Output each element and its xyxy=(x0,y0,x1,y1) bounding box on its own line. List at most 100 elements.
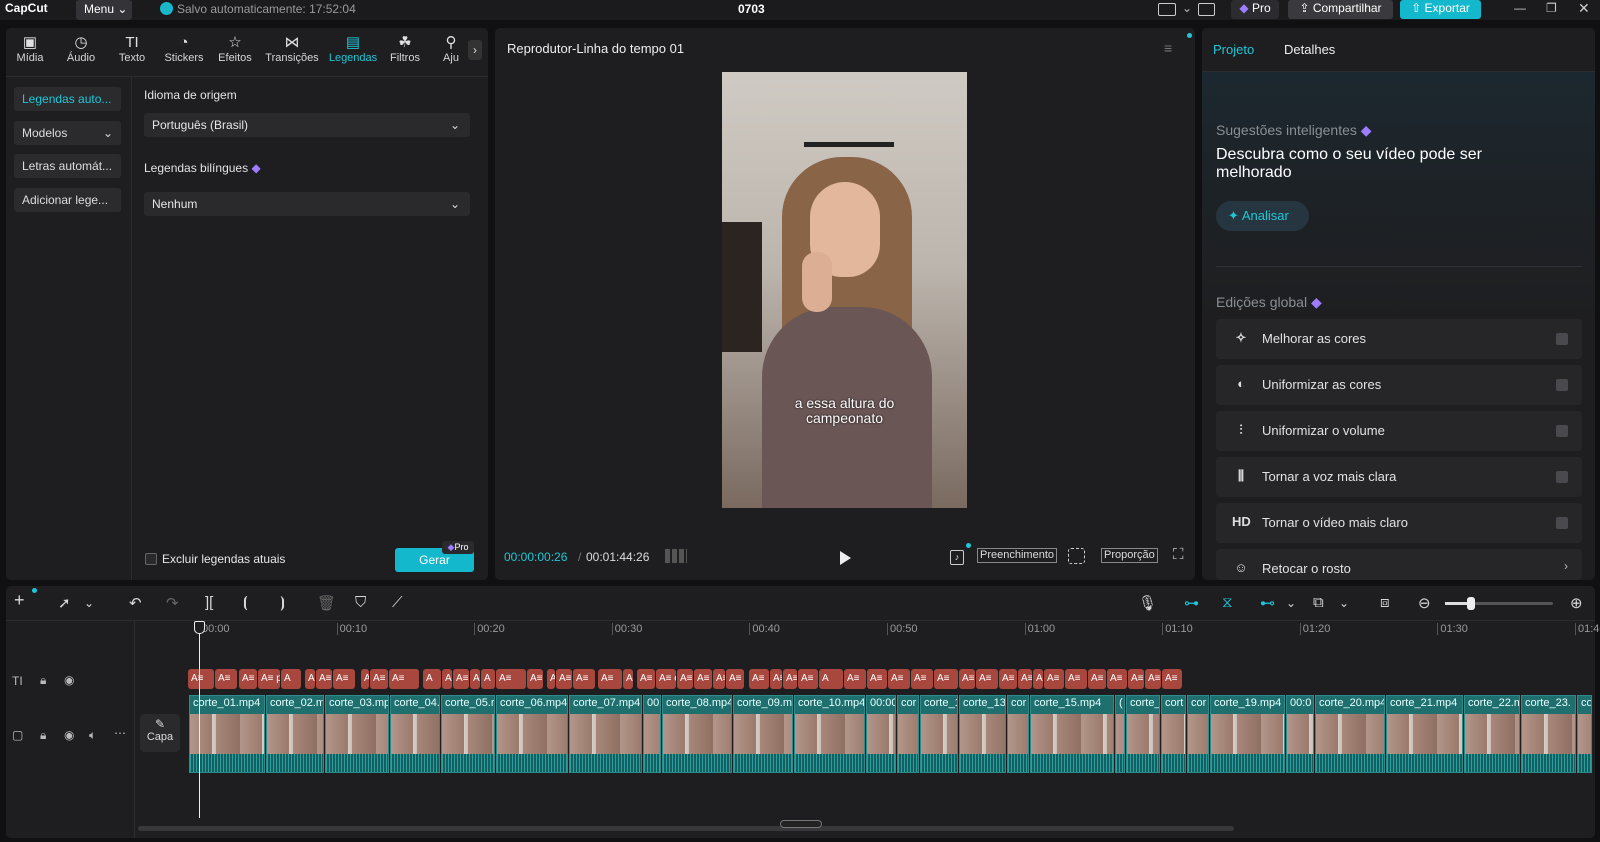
caption-segment[interactable]: A≡ a xyxy=(361,669,369,689)
toggle[interactable] xyxy=(1556,379,1568,391)
toggle[interactable] xyxy=(1556,425,1568,437)
auto-edit-icon[interactable]: ⟋ xyxy=(392,594,403,611)
caption-segment[interactable]: A≡ xyxy=(798,669,818,689)
tab-detalhes[interactable]: Detalhes xyxy=(1284,42,1335,57)
chevron-down-icon[interactable]: ⌄ xyxy=(1286,596,1296,610)
caption-segment[interactable]: A≡ xyxy=(305,669,315,689)
microphone-icon[interactable]: 🎙 xyxy=(1138,594,1157,612)
video-clip[interactable]: corte_10.mp4 xyxy=(794,695,865,773)
share-button[interactable]: ⇪ Compartilhar xyxy=(1288,0,1393,19)
tab-legendas[interactable]: ▤ Legendas xyxy=(326,34,380,64)
sidebar-item-modelos[interactable]: Modelos ⌄ xyxy=(14,121,121,145)
caption-segment[interactable]: A≡ xyxy=(333,669,355,689)
video-clip[interactable]: corte_20.mp4 xyxy=(1315,695,1385,773)
eye-icon[interactable]: ◉ xyxy=(64,673,74,687)
caption-segment[interactable]: A≡ xyxy=(598,669,622,689)
speaker-icon[interactable]: 🔈︎ xyxy=(89,728,96,743)
caption-segment[interactable]: A≡ xyxy=(770,669,782,689)
delete-icon[interactable]: 🗑 xyxy=(317,594,336,612)
global-item-uniformizar-cores[interactable]: ◐ Uniformizar as cores xyxy=(1216,365,1582,405)
analyze-button[interactable]: ✦ Analisar xyxy=(1216,201,1309,231)
caption-segment[interactable]: A≡ xyxy=(783,669,797,689)
menu-button[interactable]: Menu ⌄ xyxy=(76,0,132,20)
caption-segment[interactable]: A≡ já xyxy=(470,669,480,689)
video-clip[interactable]: cor xyxy=(1007,695,1029,773)
video-clip[interactable]: corte_15.mp4 xyxy=(1030,695,1114,773)
undo-icon[interactable]: ↶ xyxy=(129,594,142,612)
chevron-down-icon[interactable]: ⌄ xyxy=(1182,1,1192,15)
timecode-grid-icon[interactable] xyxy=(665,549,687,563)
more-icon[interactable]: ⋯ xyxy=(114,726,126,740)
caption-segment[interactable]: A≡ xyxy=(1162,669,1182,689)
export-button[interactable]: ⇧ Exportar xyxy=(1400,0,1481,19)
caption-segment[interactable]: A≡ xyxy=(389,669,419,689)
tab-midia[interactable]: ▣ Mídia xyxy=(5,34,55,64)
caption-segment[interactable]: A≡ er xyxy=(527,669,543,689)
playhead-handle[interactable] xyxy=(194,621,205,634)
video-clip[interactable]: corte_07.mp4 xyxy=(569,695,642,773)
caption-segment[interactable]: A≡ xyxy=(1107,669,1127,689)
zoom-in-icon[interactable]: ⊕ xyxy=(1570,594,1583,612)
caption-segment[interactable]: A≡ p xyxy=(239,669,257,689)
video-clip[interactable]: cort xyxy=(1161,695,1186,773)
chevron-down-icon[interactable]: ⌄ xyxy=(1339,596,1349,610)
add-icon[interactable]: + xyxy=(14,590,25,611)
toggle[interactable] xyxy=(1556,333,1568,345)
video-clip[interactable]: corte_22.m xyxy=(1464,695,1520,773)
lock-icon[interactable]: 🔒︎ xyxy=(40,673,46,688)
main-track-magnet-icon[interactable]: ⊶ xyxy=(1184,594,1199,612)
global-item-voz-clara[interactable]: ⫼ Tornar a voz mais clara xyxy=(1216,457,1582,497)
caption-preview-icon[interactable]: ⧈ xyxy=(1380,594,1390,611)
sidebar-item-adicionar[interactable]: Adicionar lege... xyxy=(14,188,121,212)
video-clip[interactable]: corte_06.mp4 xyxy=(496,695,568,773)
caption-segment[interactable]: A≡ xyxy=(999,669,1017,689)
caption-segment[interactable]: A≡ xyxy=(1044,669,1064,689)
source-language-select[interactable]: Português (Brasil) ⌄ xyxy=(144,113,470,137)
video-clip[interactable]: corte_08.mp4 xyxy=(662,695,732,773)
global-item-uniformizar-volume[interactable]: ⫶ Uniformizar o volume xyxy=(1216,411,1582,451)
zoom-slider[interactable] xyxy=(1445,597,1553,610)
tab-projeto[interactable]: Projeto xyxy=(1213,42,1254,57)
video-clip[interactable]: 00 xyxy=(643,695,661,773)
marker-icon[interactable]: ⛉ xyxy=(355,594,366,611)
minimize-icon[interactable]: — xyxy=(1514,1,1526,15)
video-clip[interactable]: corte_2 xyxy=(1577,695,1592,773)
video-clip[interactable]: corte_01.mp4 xyxy=(189,695,265,773)
fill-button[interactable]: Preenchimento xyxy=(977,548,1057,563)
player-menu-icon[interactable]: ≡ xyxy=(1164,40,1172,56)
caption-segment[interactable]: A≡ xyxy=(934,669,958,689)
video-clip[interactable]: corte_21.mp4 xyxy=(1386,695,1463,773)
lock-icon[interactable]: 🔒︎ xyxy=(40,728,46,743)
video-clip[interactable]: corte_1 xyxy=(920,695,958,773)
video-clip[interactable]: corte_03.mp xyxy=(325,695,389,773)
tab-transicoes[interactable]: ⋈ Transições xyxy=(265,34,319,64)
tab-ajustes[interactable]: ⚲ Aju xyxy=(433,34,469,64)
video-clip[interactable]: corte_13 xyxy=(959,695,1006,773)
audio-mode-icon[interactable]: ♪ xyxy=(950,550,964,565)
eye-icon[interactable]: ◉ xyxy=(64,728,74,742)
caption-segment[interactable]: A≡ xyxy=(623,669,633,689)
playhead[interactable] xyxy=(199,621,200,818)
restore-icon[interactable]: ❐ xyxy=(1546,1,1557,15)
ratio-button[interactable]: Proporção xyxy=(1101,548,1158,563)
pro-button[interactable]: ◆ Pro xyxy=(1231,0,1279,19)
redo-icon[interactable]: ↷ xyxy=(166,594,179,612)
tab-efeitos[interactable]: ☆ Efeitos xyxy=(210,34,260,64)
video-clip[interactable]: corte_19.mp4 xyxy=(1210,695,1285,773)
preview-axis-icon[interactable]: ⧉ xyxy=(1313,594,1324,611)
caption-segment[interactable]: A≡ xyxy=(749,669,769,689)
caption-segment[interactable]: A≡ xyxy=(976,669,998,689)
zoom-slider-handle[interactable] xyxy=(1467,597,1475,610)
caption-segment[interactable]: A≡ xyxy=(1033,669,1043,689)
caption-segment[interactable]: A≡ xyxy=(959,669,975,689)
caption-segment[interactable]: A≡ xyxy=(547,669,555,689)
video-clip[interactable]: corte_ xyxy=(1126,695,1160,773)
split-icon[interactable]: ][ xyxy=(205,594,213,611)
tab-texto[interactable]: TI Texto xyxy=(107,34,157,64)
caption-segment[interactable]: A≡ xyxy=(1065,669,1087,689)
toggle[interactable] xyxy=(1556,471,1568,483)
caption-segment[interactable]: A≡ xyxy=(573,669,595,689)
video-clip[interactable]: corte_23. xyxy=(1521,695,1576,773)
caption-segment[interactable]: A xyxy=(281,669,301,689)
split-left-icon[interactable]: ⦗ xyxy=(243,594,248,611)
